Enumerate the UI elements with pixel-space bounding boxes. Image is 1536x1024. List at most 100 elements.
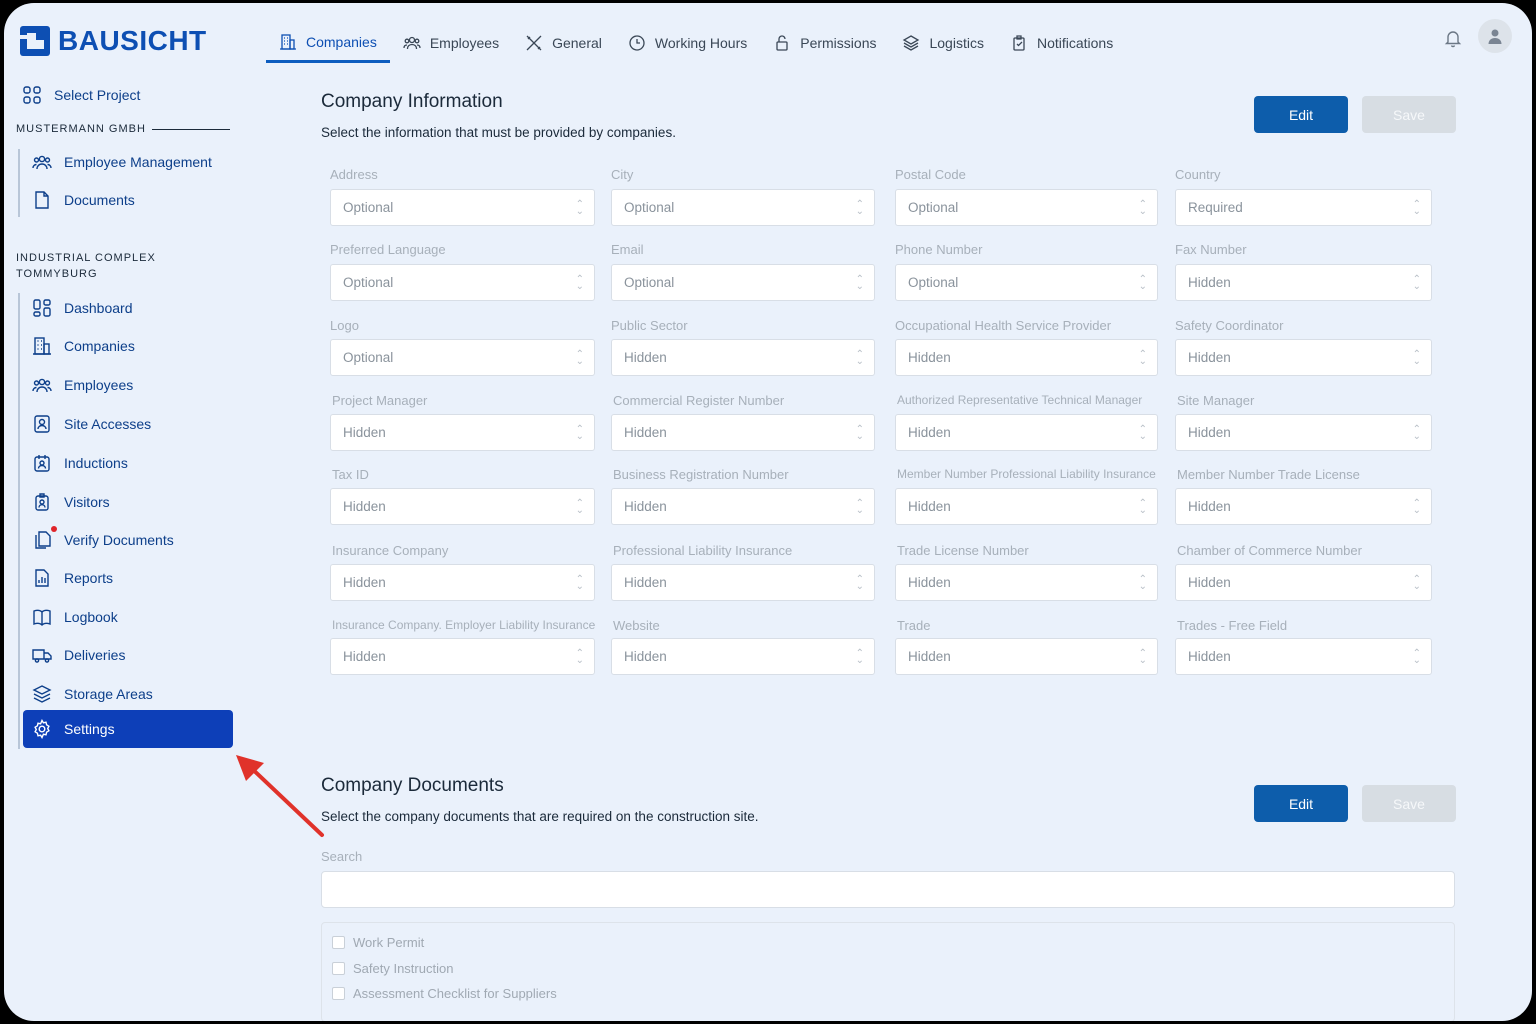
chevron-updown-icon: ⌃ ⌄ [855, 198, 864, 217]
requirement-select[interactable]: Hidden ⌃ ⌄ [1175, 564, 1432, 601]
requirement-select[interactable]: Hidden ⌃ ⌄ [895, 488, 1158, 525]
people-icon [32, 155, 52, 170]
requirement-select[interactable]: Hidden ⌃ ⌄ [611, 488, 875, 525]
field-label: Business Registration Number [613, 467, 789, 482]
sidebar-item-inductions[interactable]: Inductions [32, 452, 128, 474]
requirement-select[interactable]: Hidden ⌃ ⌄ [895, 564, 1158, 601]
select-value: Hidden [908, 425, 951, 440]
sidebar-item-storage-areas[interactable]: Storage Areas [32, 683, 153, 705]
requirement-select[interactable]: Hidden ⌃ ⌄ [611, 564, 875, 601]
sidebar-item-visitors[interactable]: Visitors [32, 491, 110, 513]
requirement-select[interactable]: Hidden ⌃ ⌄ [611, 414, 875, 451]
requirement-select[interactable]: Hidden ⌃ ⌄ [1175, 638, 1432, 675]
select-value: Hidden [1188, 275, 1231, 290]
checkbox[interactable] [332, 962, 345, 975]
tab-companies[interactable]: Companies [266, 23, 390, 63]
requirement-select[interactable]: Hidden ⌃ ⌄ [330, 564, 595, 601]
sidebar-item-logbook[interactable]: Logbook [32, 606, 118, 628]
field-label: Authorized Representative Technical Mana… [897, 393, 1143, 407]
tab-employees[interactable]: Employees [390, 23, 512, 63]
clipboard-icon [1013, 35, 1025, 51]
sidebar-item-companies[interactable]: Companies [32, 335, 135, 357]
company-docs-edit-button[interactable]: Edit [1254, 785, 1348, 822]
requirement-select[interactable]: Hidden ⌃ ⌄ [1175, 488, 1432, 525]
requirement-select[interactable]: Optional ⌃ ⌄ [611, 189, 875, 226]
tab-label: Employees [429, 35, 500, 51]
chevron-updown-icon: ⌃ ⌄ [1138, 573, 1147, 592]
search-input[interactable] [321, 871, 1455, 908]
documents-copy-icon [35, 531, 51, 549]
requirement-select[interactable]: Optional ⌃ ⌄ [895, 189, 1158, 226]
chevron-updown-icon: ⌃ ⌄ [575, 423, 584, 442]
requirement-select[interactable]: Optional ⌃ ⌄ [330, 339, 595, 376]
requirement-select[interactable]: Hidden ⌃ ⌄ [330, 638, 595, 675]
chevron-updown-icon: ⌃ ⌄ [575, 647, 584, 666]
sidebar-item-employee-management[interactable]: Employee Management [32, 151, 212, 173]
avatar[interactable] [1478, 19, 1512, 53]
requirement-select[interactable]: Hidden ⌃ ⌄ [895, 638, 1158, 675]
select-project-link[interactable]: Select Project [22, 84, 140, 106]
lock-icon [776, 35, 788, 51]
select-value: Optional [343, 275, 394, 290]
requirement-select[interactable]: Hidden ⌃ ⌄ [1175, 264, 1432, 301]
requirement-select[interactable]: Required ⌃ ⌄ [1175, 189, 1432, 226]
requirement-select[interactable]: Hidden ⌃ ⌄ [611, 638, 875, 675]
bell-icon[interactable] [1442, 27, 1464, 49]
sidebar-item-employees[interactable]: Employees [32, 374, 133, 396]
select-value: Hidden [624, 499, 667, 514]
company-docs-save-button[interactable]: Save [1362, 785, 1456, 822]
tab-general[interactable]: General [512, 23, 615, 63]
select-project-label: Select Project [54, 87, 141, 103]
chevron-updown-icon: ⌃ ⌄ [1412, 647, 1421, 666]
requirement-select[interactable]: Hidden ⌃ ⌄ [330, 488, 595, 525]
sidebar-item-deliveries[interactable]: Deliveries [32, 644, 125, 666]
chevron-updown-icon: ⌃ ⌄ [575, 348, 584, 367]
notification-dot [51, 526, 57, 532]
list-item[interactable]: Work Permit [332, 935, 424, 950]
sidebar-item-settings[interactable]: Settings [23, 710, 233, 748]
chevron-updown-icon: ⌃ ⌄ [855, 423, 864, 442]
project-section-title: INDUSTRIAL COMPLEX TOMMYBURG [16, 252, 156, 280]
chevron-updown-icon: ⌃ ⌄ [1412, 497, 1421, 516]
clock-icon [629, 35, 645, 51]
people-icon [403, 36, 421, 50]
tab-logistics[interactable]: Logistics [889, 23, 996, 63]
requirement-select[interactable]: Hidden ⌃ ⌄ [895, 339, 1158, 376]
requirement-select[interactable]: Hidden ⌃ ⌄ [1175, 339, 1432, 376]
tab-label: Companies [306, 33, 377, 50]
requirement-select[interactable]: Optional ⌃ ⌄ [330, 189, 595, 226]
requirement-select[interactable]: Optional ⌃ ⌄ [611, 264, 875, 301]
requirement-select[interactable]: Optional ⌃ ⌄ [895, 264, 1158, 301]
chevron-updown-icon: ⌃ ⌄ [1138, 348, 1147, 367]
chevron-updown-icon: ⌃ ⌄ [1138, 198, 1147, 217]
chevron-updown-icon: ⌃ ⌄ [1138, 647, 1147, 666]
list-item[interactable]: Safety Instruction [332, 961, 453, 976]
list-item[interactable]: Assessment Checklist for Suppliers [332, 986, 557, 1001]
chevron-updown-icon: ⌃ ⌄ [1412, 423, 1421, 442]
tab-working-hours[interactable]: Working Hours [615, 23, 760, 63]
requirement-select[interactable]: Hidden ⌃ ⌄ [1175, 414, 1432, 451]
field-label: Logo [330, 318, 359, 333]
sidebar-item-site-accesses[interactable]: Site Accesses [32, 413, 151, 435]
sidebar-item-dashboard[interactable]: Dashboard [32, 297, 133, 319]
field-label: Insurance Company [332, 543, 449, 558]
tab-notifications[interactable]: Notifications [997, 23, 1126, 63]
company-info-save-button[interactable]: Save [1362, 96, 1456, 133]
field-label: City [611, 167, 634, 182]
document-list: Work Permit Safety Instruction Assessmen… [321, 922, 1455, 1021]
chevron-updown-icon: ⌃ ⌄ [1412, 573, 1421, 592]
tab-permissions[interactable]: Permissions [760, 23, 889, 63]
layers-icon [903, 35, 920, 51]
checkbox[interactable] [332, 987, 345, 1000]
sidebar-item-reports[interactable]: Reports [32, 567, 113, 589]
company-docs-subtitle: Select the company documents that are re… [321, 809, 759, 824]
requirement-select[interactable]: Hidden ⌃ ⌄ [330, 414, 595, 451]
chevron-updown-icon: ⌃ ⌄ [1138, 423, 1147, 442]
sidebar-item-documents[interactable]: Documents [32, 189, 135, 211]
requirement-select[interactable]: Hidden ⌃ ⌄ [895, 414, 1158, 451]
checkbox[interactable] [332, 936, 345, 949]
sidebar-item-verify-documents[interactable]: Verify Documents [32, 529, 174, 551]
company-info-edit-button[interactable]: Edit [1254, 96, 1348, 133]
requirement-select[interactable]: Optional ⌃ ⌄ [330, 264, 595, 301]
requirement-select[interactable]: Hidden ⌃ ⌄ [611, 339, 875, 376]
